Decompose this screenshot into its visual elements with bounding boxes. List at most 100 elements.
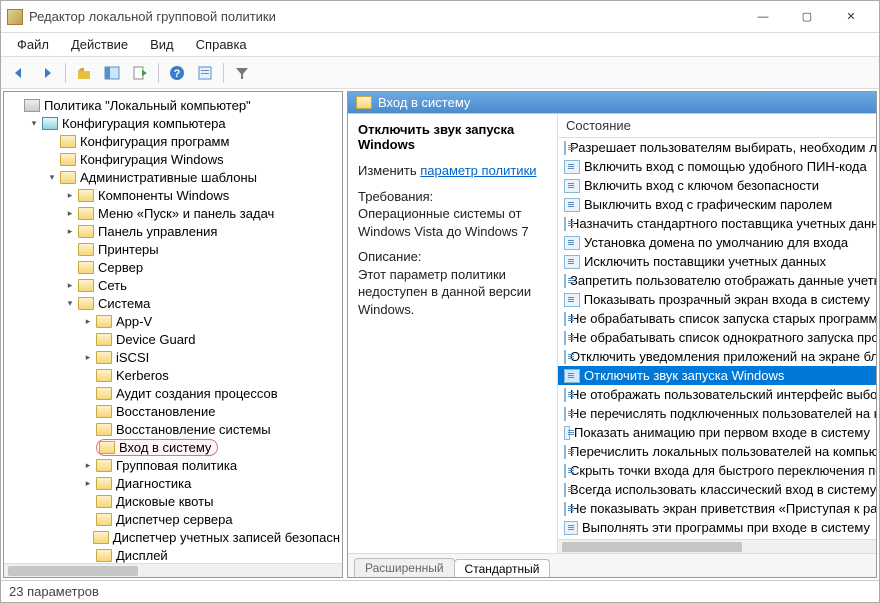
- policy-item[interactable]: Включить вход с ключом безопасности: [558, 176, 876, 195]
- policy-setting-icon: [564, 179, 580, 193]
- tab-standard[interactable]: Стандартный: [454, 559, 551, 578]
- policy-item[interactable]: Показывать прозрачный экран входа в сист…: [558, 290, 876, 309]
- tree-item[interactable]: Аудит создания процессов: [6, 384, 340, 402]
- tree-item[interactable]: ▸Компоненты Windows: [6, 186, 340, 204]
- expand-icon[interactable]: ▸: [64, 225, 76, 237]
- policy-hscroll[interactable]: [558, 539, 876, 553]
- expand-icon[interactable]: ▸: [64, 279, 76, 291]
- folder-icon: [93, 531, 109, 544]
- help-button[interactable]: ?: [165, 61, 189, 85]
- policy-item[interactable]: Показать анимацию при первом входе в сис…: [558, 423, 876, 442]
- policy-item[interactable]: Не обрабатывать список однократного запу…: [558, 328, 876, 347]
- tree-item[interactable]: Диспетчер сервера: [6, 510, 340, 528]
- expand-icon[interactable]: ▸: [82, 459, 94, 471]
- up-button[interactable]: [72, 61, 96, 85]
- policy-item[interactable]: Скрыть точки входа для быстрого переключ…: [558, 461, 876, 480]
- tree-item[interactable]: Восстановление: [6, 402, 340, 420]
- collapse-icon[interactable]: ▾: [64, 297, 76, 309]
- tree-item[interactable]: ▸Сеть: [6, 276, 340, 294]
- tree-item[interactable]: ▸Панель управления: [6, 222, 340, 240]
- policy-setting-icon: [564, 483, 566, 497]
- policy-item[interactable]: Отключить уведомления приложений на экра…: [558, 347, 876, 366]
- menu-file[interactable]: Файл: [7, 35, 59, 54]
- policy-item[interactable]: Включить вход с помощью удобного ПИН-код…: [558, 157, 876, 176]
- tree-item[interactable]: ▾Административные шаблоны: [6, 168, 340, 186]
- policy-item[interactable]: Разрешает пользователям выбирать, необхо…: [558, 138, 876, 157]
- expander-spacer: [82, 549, 94, 561]
- policy-item[interactable]: Не отображать пользовательский интерфейс…: [558, 385, 876, 404]
- expander-spacer: [46, 153, 58, 165]
- policy-setting-icon: [564, 141, 566, 155]
- tree-item[interactable]: ▸App-V: [6, 312, 340, 330]
- tree-item[interactable]: Конфигурация программ: [6, 132, 340, 150]
- expand-icon[interactable]: ▸: [82, 477, 94, 489]
- tree-item[interactable]: Kerberos: [6, 366, 340, 384]
- tree-item-label: Диспетчер учетных записей безопасн: [113, 530, 340, 545]
- show-hide-tree-button[interactable]: [100, 61, 124, 85]
- policy-item[interactable]: Не показывать экран приветствия «Приступ…: [558, 499, 876, 518]
- tree-item[interactable]: Конфигурация Windows: [6, 150, 340, 168]
- menu-view[interactable]: Вид: [140, 35, 184, 54]
- tree-item[interactable]: Восстановление системы: [6, 420, 340, 438]
- properties-button[interactable]: [193, 61, 217, 85]
- tree-item[interactable]: ▸Диагностика: [6, 474, 340, 492]
- policy-item[interactable]: Запретить пользователю отображать данные…: [558, 271, 876, 290]
- tree-item[interactable]: Дисплей: [6, 546, 340, 563]
- tree-item[interactable]: ▾Конфигурация компьютера: [6, 114, 340, 132]
- collapse-icon[interactable]: ▾: [28, 117, 40, 129]
- tree-item[interactable]: Дисковые квоты: [6, 492, 340, 510]
- policy-item[interactable]: Исключить поставщики учетных данных: [558, 252, 876, 271]
- tree-item[interactable]: Принтеры: [6, 240, 340, 258]
- expander-spacer: [82, 531, 91, 543]
- expand-icon[interactable]: ▸: [82, 315, 94, 327]
- tree-item[interactable]: Сервер: [6, 258, 340, 276]
- maximize-button[interactable]: ▢: [785, 2, 829, 32]
- expander-spacer: [64, 261, 76, 273]
- tree-item[interactable]: Device Guard: [6, 330, 340, 348]
- tree-item[interactable]: Политика "Локальный компьютер": [6, 96, 340, 114]
- tree-scroll[interactable]: Политика "Локальный компьютер"▾Конфигура…: [4, 92, 342, 563]
- policy-item[interactable]: Перечислить локальных пользователей на к…: [558, 442, 876, 461]
- expander-spacer: [82, 369, 94, 381]
- close-button[interactable]: ✕: [829, 2, 873, 32]
- tree-item-label: Система: [98, 296, 150, 311]
- policy-setting-icon: [564, 255, 580, 269]
- policy-item[interactable]: Назначить стандартного поставщика учетны…: [558, 214, 876, 233]
- policy-item[interactable]: Отключить звук запуска Windows: [558, 366, 876, 385]
- policy-item[interactable]: Не перечислять подключенных пользователе…: [558, 404, 876, 423]
- policy-item[interactable]: Установка домена по умолчанию для входа: [558, 233, 876, 252]
- menu-help[interactable]: Справка: [186, 35, 257, 54]
- expand-icon[interactable]: ▸: [82, 351, 94, 363]
- folder-icon: [78, 243, 94, 256]
- tree-item[interactable]: ▸Меню «Пуск» и панель задач: [6, 204, 340, 222]
- tab-extended[interactable]: Расширенный: [354, 558, 455, 577]
- export-list-button[interactable]: [128, 61, 152, 85]
- tree-item[interactable]: Диспетчер учетных записей безопасн: [6, 528, 340, 546]
- folder-icon: [78, 261, 94, 274]
- tabs-row: Расширенный Стандартный: [348, 553, 876, 577]
- menu-action[interactable]: Действие: [61, 35, 138, 54]
- collapse-icon[interactable]: ▾: [46, 171, 58, 183]
- tree-hscroll[interactable]: [4, 563, 342, 577]
- forward-button[interactable]: [35, 61, 59, 85]
- policy-item[interactable]: Выключить вход с графическим паролем: [558, 195, 876, 214]
- column-header-state[interactable]: Состояние: [558, 114, 876, 138]
- expand-icon[interactable]: ▸: [64, 189, 76, 201]
- edit-policy-link[interactable]: параметр политики: [420, 163, 536, 178]
- back-button[interactable]: [7, 61, 31, 85]
- policy-item[interactable]: Не обрабатывать список запуска старых пр…: [558, 309, 876, 328]
- tree-item-label: Kerberos: [116, 368, 169, 383]
- policy-list[interactable]: Разрешает пользователям выбирать, необхо…: [558, 138, 876, 539]
- policy-setting-icon: [564, 274, 566, 288]
- policy-setting-icon: [564, 521, 578, 535]
- tree-item[interactable]: ▸Групповая политика: [6, 456, 340, 474]
- filter-button[interactable]: [230, 61, 254, 85]
- policy-item[interactable]: Всегда использовать классический вход в …: [558, 480, 876, 499]
- policy-item[interactable]: Выполнять эти программы при входе в сист…: [558, 518, 876, 537]
- tree-item[interactable]: Вход в систему: [6, 438, 340, 456]
- minimize-button[interactable]: —: [741, 2, 785, 32]
- expand-icon[interactable]: ▸: [64, 207, 76, 219]
- tree-item[interactable]: ▸iSCSI: [6, 348, 340, 366]
- policy-setting-icon: [564, 236, 580, 250]
- tree-item[interactable]: ▾ Система: [6, 294, 340, 312]
